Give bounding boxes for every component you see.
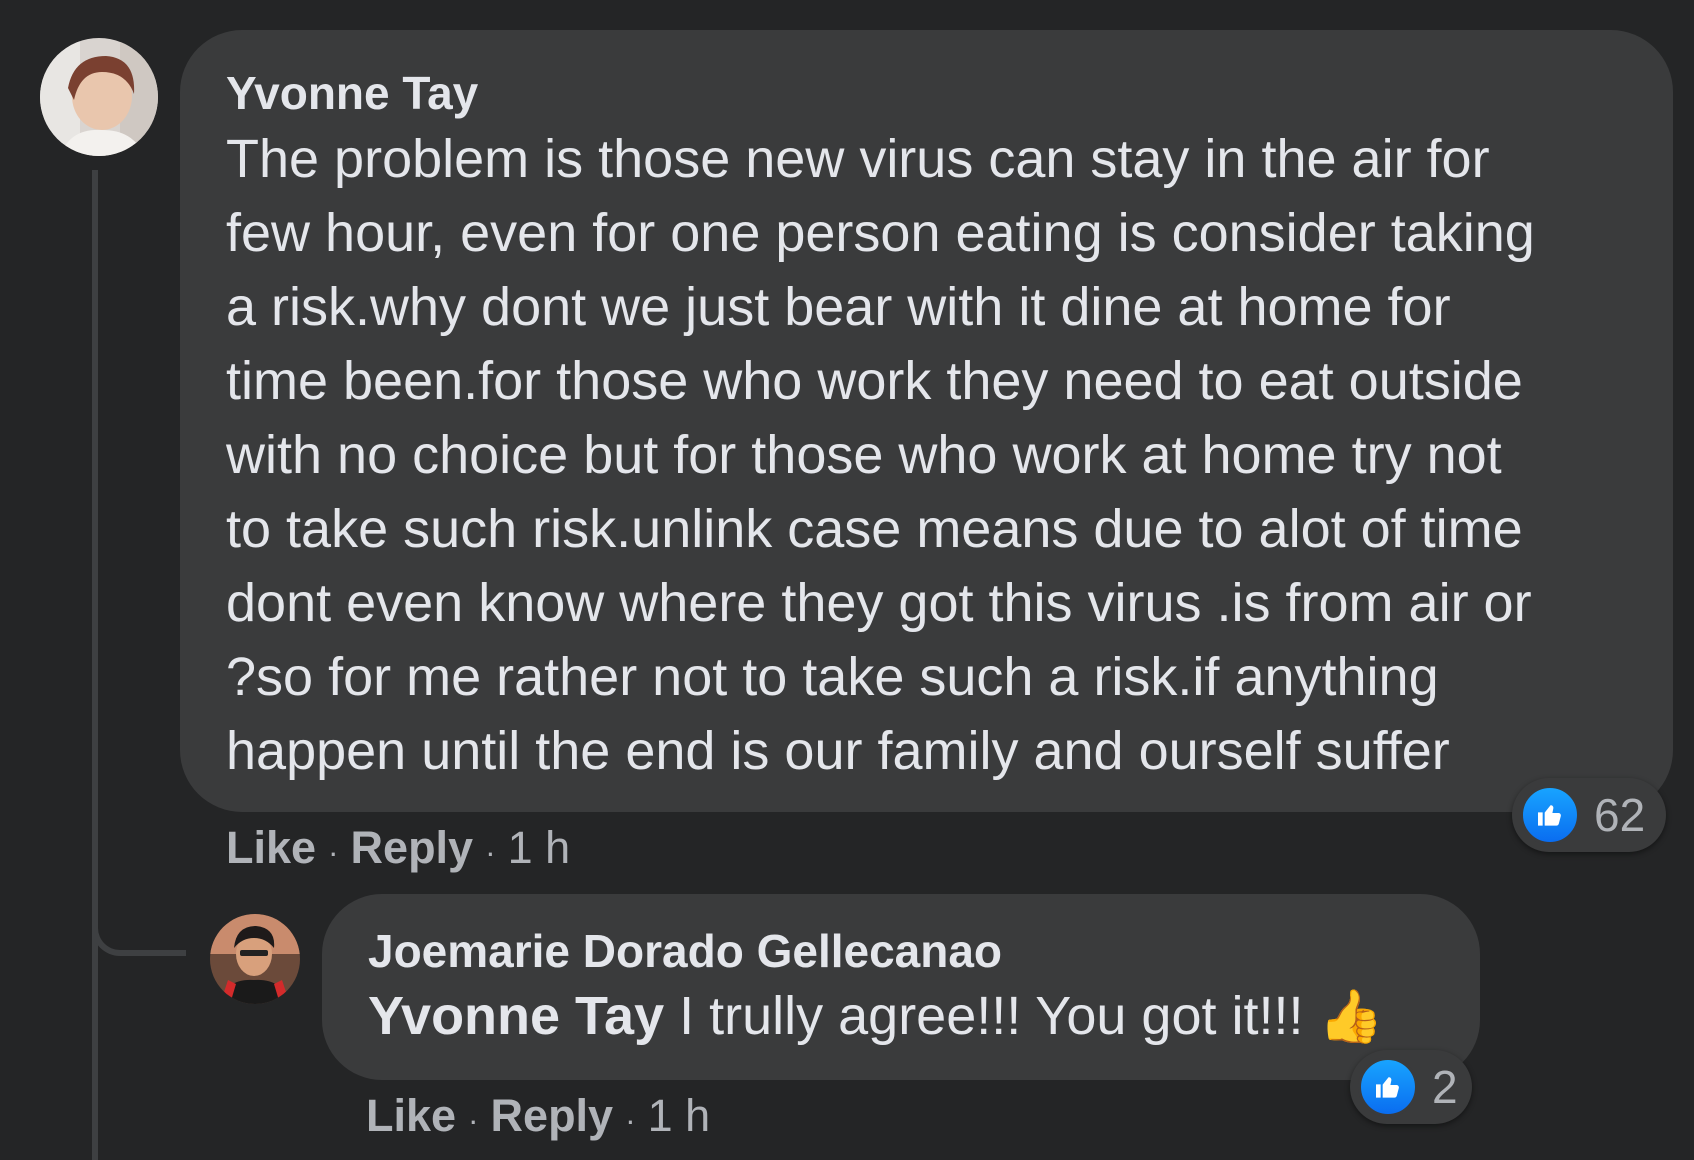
- avatar-joemarie-dorado-gellecanao[interactable]: [210, 914, 300, 1004]
- mention-yvonne-tay[interactable]: Yvonne Tay: [368, 986, 664, 1046]
- comment-text-line: time been.for those who work they need t…: [226, 351, 1523, 411]
- separator: ·: [625, 1102, 636, 1138]
- separator: ·: [485, 834, 496, 870]
- comment-author-name[interactable]: Yvonne Tay: [226, 64, 1627, 122]
- reply-timestamp[interactable]: 1 h: [648, 1088, 711, 1144]
- reply-author-name[interactable]: Joemarie Dorado Gellecanao: [368, 922, 1434, 980]
- comment-text-line: few hour, even for one person eating is …: [226, 203, 1535, 263]
- reply-text-body: I trully agree!!! You got it!!!: [664, 986, 1319, 1046]
- comment-bubble: Yvonne Tay The problem is those new viru…: [180, 30, 1673, 812]
- avatar-image: [210, 914, 300, 1004]
- comment-timestamp[interactable]: 1 h: [508, 820, 571, 876]
- thumbs-up-icon: [1520, 785, 1580, 845]
- comment-text-line: to take such risk.unlink case means due …: [226, 499, 1523, 559]
- comment-text-line: happen until the end is our family and o…: [226, 721, 1450, 781]
- comment-text-line: with no choice but for those who work at…: [226, 425, 1502, 485]
- comment-actions: Like · Reply · 1 h: [226, 820, 570, 880]
- reply-bubble: Joemarie Dorado Gellecanao Yvonne Tay I …: [322, 894, 1480, 1080]
- thumbs-up-emoji-icon: 👍: [1318, 988, 1384, 1046]
- thread-line-branch: [92, 900, 186, 956]
- comment-reply-button[interactable]: Reply: [351, 820, 474, 876]
- comment-text-line: a risk.why dont we just bear with it din…: [226, 277, 1451, 337]
- comment-text-line: ?so for me rather not to take such a ris…: [226, 647, 1439, 707]
- comment-reactions[interactable]: 62: [1512, 778, 1666, 852]
- comment-reaction-count: 62: [1594, 789, 1646, 841]
- thumbs-up-icon: [1358, 1057, 1418, 1117]
- comment-text-line: The problem is those new virus can stay …: [226, 129, 1490, 189]
- reply-reply-button[interactable]: Reply: [491, 1088, 614, 1144]
- avatar-image: [40, 38, 158, 156]
- comment-text-line: dont even know where they got this virus…: [226, 573, 1532, 633]
- reply-actions: Like · Reply · 1 h: [366, 1088, 710, 1148]
- separator: ·: [328, 834, 339, 870]
- comment-text: The problem is those new virus can stay …: [226, 122, 1627, 788]
- comment-like-button[interactable]: Like: [226, 820, 316, 876]
- reply-reactions[interactable]: 2: [1350, 1050, 1472, 1124]
- separator: ·: [468, 1102, 479, 1138]
- reply-text: Yvonne Tay I trully agree!!! You got it!…: [368, 980, 1434, 1053]
- thread-line-vertical: [92, 170, 98, 1160]
- reply-reaction-count: 2: [1432, 1061, 1458, 1113]
- avatar-yvonne-tay[interactable]: [40, 38, 158, 156]
- reply-like-button[interactable]: Like: [366, 1088, 456, 1144]
